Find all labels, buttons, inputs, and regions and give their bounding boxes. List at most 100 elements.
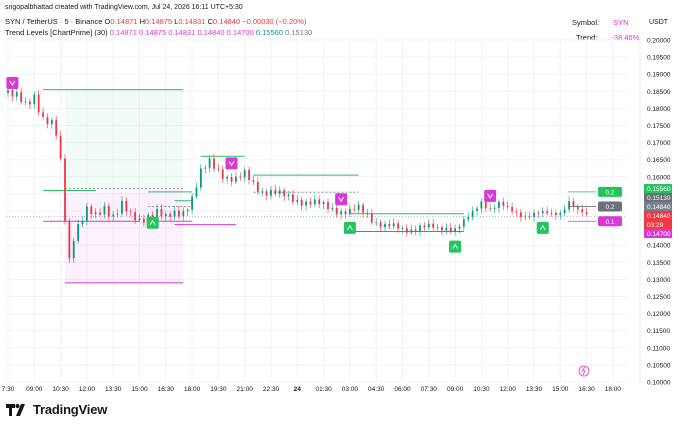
y-tick-label: 0.17500: [647, 123, 671, 130]
candle-body: [572, 201, 575, 207]
candle-body: [270, 189, 272, 196]
candle-body: [449, 227, 452, 232]
candle-body: [112, 214, 115, 217]
candle-body: [537, 212, 540, 214]
candle-body: [7, 90, 9, 94]
candle-body: [559, 213, 562, 216]
candle-body: [432, 223, 435, 228]
up-signal-marker: [449, 240, 462, 253]
y-tick-label: 0.19000: [647, 72, 671, 79]
candle-body: [221, 169, 224, 179]
x-tick-label: 15:00: [552, 386, 569, 393]
price-axis-tag-text: 0.15130: [647, 195, 671, 202]
y-tick-label: 0.13000: [647, 277, 671, 284]
candle-body: [533, 212, 535, 218]
y-tick-label: 0.16500: [647, 157, 671, 164]
candle-body: [278, 190, 281, 195]
down-signal-marker: [6, 77, 19, 90]
level-tag-text: 0.2: [605, 204, 614, 211]
price-chart[interactable]: 7:30 09:00 10:30 12:00 13:30 15:00 16:30 18:00 1…: [0, 0, 680, 428]
candle-body: [349, 208, 351, 215]
candle-body: [138, 218, 141, 221]
candle-body: [217, 168, 220, 170]
candle-body: [292, 194, 294, 202]
candle-body: [366, 212, 369, 214]
candle-body: [344, 211, 347, 215]
down-signal-marker: [335, 193, 348, 206]
y-tick-label: 0.13500: [647, 260, 671, 267]
candle-body: [230, 177, 233, 182]
price-axis-tag-text: 0.14700: [647, 231, 671, 238]
candle-body: [458, 226, 461, 229]
y-tick-label: 0.19500: [647, 55, 671, 62]
candle-body: [489, 208, 492, 210]
lightning-icon: [581, 366, 586, 376]
candle-body: [519, 212, 522, 218]
high-zone-fill: [64, 89, 184, 189]
candle-body: [357, 204, 360, 210]
price-axis-tag-text: 03:29: [647, 222, 664, 229]
candle-body: [235, 176, 237, 182]
candle-body: [55, 119, 58, 136]
candle-body: [129, 211, 132, 213]
candle-body: [502, 201, 505, 206]
x-tick-label: 01:30: [315, 386, 332, 393]
candle-body: [300, 199, 303, 206]
candle-body: [169, 213, 172, 217]
candle-body: [33, 94, 36, 105]
candle-body: [541, 211, 544, 214]
candle-body: [331, 207, 334, 210]
candle-body: [322, 202, 325, 205]
candle-body: [121, 200, 123, 214]
down-signal-marker: [484, 189, 497, 202]
candle-body: [511, 207, 513, 212]
candle-body: [419, 225, 421, 232]
candle-body: [528, 216, 531, 218]
level-tag-text: 0.1: [605, 219, 614, 226]
candle-body: [46, 116, 49, 125]
candle-body: [256, 182, 259, 192]
candle-body: [471, 210, 474, 217]
candle-body: [427, 223, 430, 228]
candle-body: [182, 211, 185, 217]
x-tick-label: 16:30: [158, 386, 175, 393]
x-tick-label: 09:00: [447, 386, 464, 393]
candle-body: [462, 219, 465, 227]
y-tick-label: 0.18500: [647, 89, 671, 96]
candle-body: [186, 209, 189, 212]
candle-body: [199, 168, 202, 188]
candle-body: [405, 228, 408, 233]
candle-body: [309, 201, 312, 205]
candle-body: [42, 112, 44, 117]
candle-body: [550, 213, 553, 214]
candle-body: [24, 101, 27, 103]
candle-body: [283, 190, 286, 197]
candle-body: [15, 92, 18, 97]
y-tick-label: 0.12000: [647, 311, 671, 318]
candle-body: [493, 207, 496, 210]
candle-body: [379, 222, 382, 228]
tradingview-footer: TradingView: [6, 402, 107, 417]
x-tick-label: 04:30: [368, 386, 385, 393]
y-tick-label: 0.12500: [647, 294, 671, 301]
y-tick-label: 0.14000: [647, 243, 671, 250]
candle-body: [546, 211, 549, 214]
x-tick-label: 12:00: [79, 386, 96, 393]
candle-body: [585, 212, 588, 215]
y-tick-label: 0.18000: [647, 106, 671, 113]
tradingview-logo-text: TradingView: [33, 402, 108, 417]
candle-body: [134, 212, 137, 221]
candle-body: [208, 158, 211, 168]
x-tick-label: 10:30: [473, 386, 490, 393]
candle-body: [423, 225, 426, 228]
x-tick-label: 18:00: [605, 386, 622, 393]
x-tick-label: 24: [294, 386, 302, 393]
candle-body: [178, 210, 180, 217]
candle-body: [581, 209, 584, 213]
y-tick-label: 0.17000: [647, 140, 671, 147]
x-tick-label: 13:30: [105, 386, 122, 393]
candle-body: [173, 210, 176, 217]
candle-body: [362, 204, 364, 213]
x-tick-label: 12:00: [500, 386, 517, 393]
candle-body: [164, 213, 167, 217]
